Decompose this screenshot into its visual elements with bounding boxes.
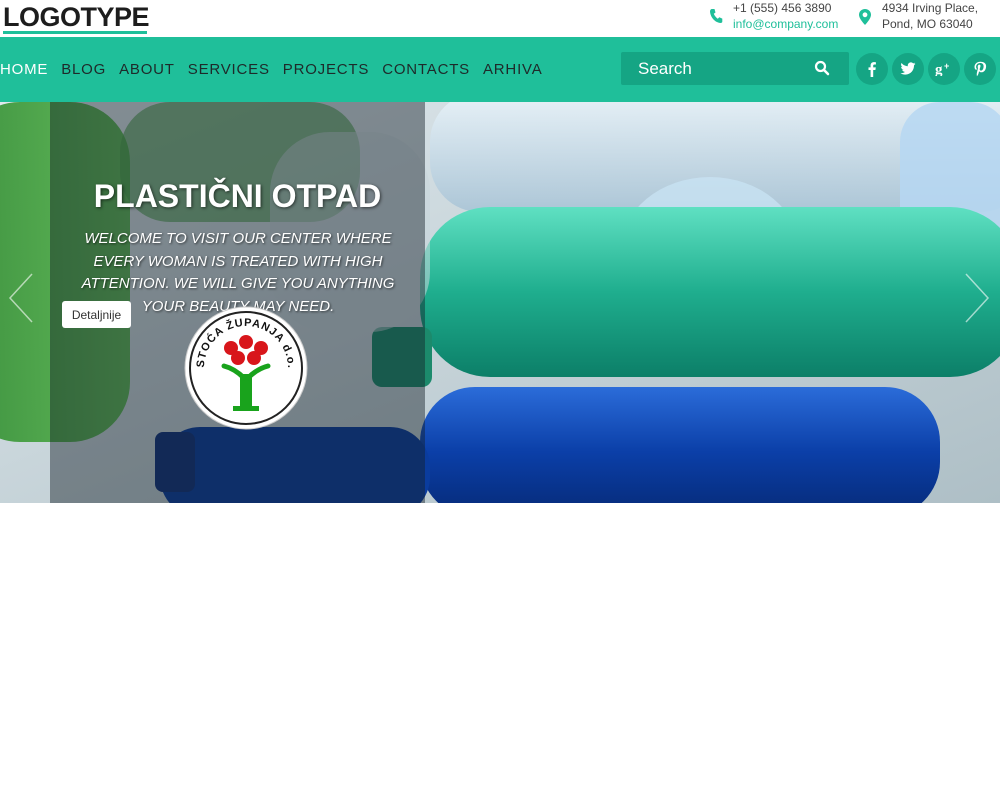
logo-underline [3, 31, 147, 34]
nav-item-about[interactable]: ABOUT [119, 61, 175, 78]
slider-next-arrow-icon[interactable] [964, 272, 990, 324]
search-icon[interactable] [814, 60, 830, 81]
top-bar: LOGOTYPE +1 (555) 456 3890 info@company.… [0, 0, 1000, 37]
nav-item-projects[interactable]: PROJECTS [283, 61, 369, 78]
address-line-1: 4934 Irving Place, [882, 1, 979, 15]
facebook-icon[interactable] [856, 53, 888, 85]
email-link[interactable]: info@company.com [733, 16, 838, 32]
phone-contact: +1 (555) 456 3890 info@company.com [709, 0, 859, 36]
nav-item-blog[interactable]: BLOG [61, 61, 106, 78]
details-button[interactable]: Detaljnije [62, 301, 131, 328]
main-menu: HOME BLOG ABOUT SERVICES PROJECTS CONTAC… [0, 37, 556, 102]
address-contact: 4934 Irving Place, Pond, MO 63040 [858, 0, 998, 36]
svg-text:+: + [944, 62, 949, 71]
slider-prev-arrow-icon[interactable] [8, 272, 34, 324]
phone-icon [709, 8, 723, 28]
twitter-icon[interactable] [892, 53, 924, 85]
logo[interactable]: LOGOTYPE [3, 1, 150, 33]
address-line-2: Pond, MO 63040 [882, 17, 973, 31]
svg-text:g: g [935, 62, 943, 76]
google-plus-icon[interactable]: g + [928, 53, 960, 85]
nav-item-arhiva[interactable]: ARHIVA [483, 61, 543, 78]
navigation-bar: HOME BLOG ABOUT SERVICES PROJECTS CONTAC… [0, 37, 1000, 102]
nav-item-home[interactable]: HOME [0, 61, 48, 78]
phone-number[interactable]: +1 (555) 456 3890 [733, 0, 838, 16]
company-seal-logo: ČISTOĆA ŽUPANJA d.o.o. [184, 306, 308, 430]
hero-slider: PLASTIČNI OTPAD WELCOME TO VISIT OUR CEN… [0, 102, 1000, 503]
search-box [621, 52, 849, 85]
map-pin-icon [858, 8, 872, 30]
search-input[interactable] [621, 52, 818, 85]
nav-item-contacts[interactable]: CONTACTS [382, 61, 470, 78]
nav-item-services[interactable]: SERVICES [188, 61, 270, 78]
pinterest-icon[interactable] [964, 53, 996, 85]
hero-title: PLASTIČNI OTPAD [93, 178, 382, 214]
